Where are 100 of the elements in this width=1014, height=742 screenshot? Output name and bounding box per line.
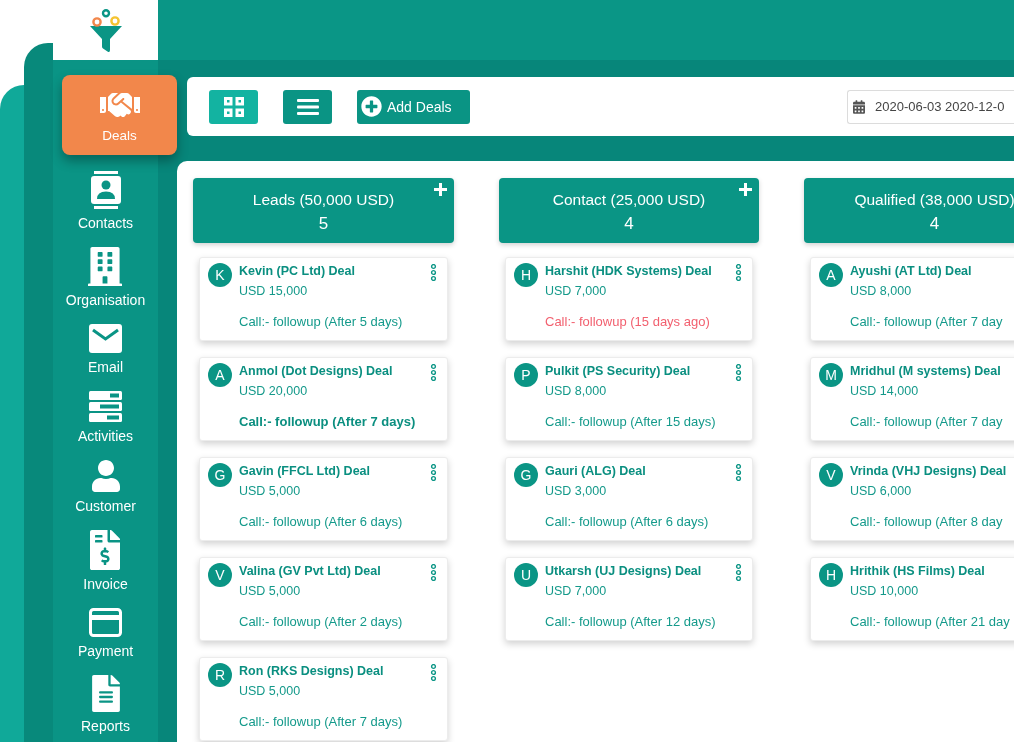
deal-amount: USD 10,000 <box>850 583 919 600</box>
stacked-bars-icon <box>89 391 122 422</box>
sidebar-item[interactable]: Invoice <box>83 530 128 592</box>
followup-text: Call:- followup (After 7 day <box>850 313 1003 331</box>
deal-card[interactable]: V Vrinda (VHJ Designs) Deal USD 6,000 Call:- followup (After 8 day <box>810 457 1014 541</box>
building-icon <box>88 247 123 286</box>
initial-avatar: V <box>819 463 843 487</box>
followup-text: Call:- followup (After 15 days) <box>545 413 716 431</box>
sidebar-item[interactable]: Deals <box>62 75 177 155</box>
initial-avatar: A <box>208 363 232 387</box>
followup-text: Call:- followup (15 days ago) <box>545 313 710 331</box>
deal-amount: USD 8,000 <box>545 383 607 400</box>
funnel-logo-icon <box>88 9 123 53</box>
deal-count: 4 <box>929 213 940 235</box>
sidebar-item[interactable]: Payment <box>77 608 134 659</box>
deal-card[interactable]: G Gauri (ALG) Deal USD 3,000 Call:- followup (After 6 days) <box>505 457 753 541</box>
sidebar-item[interactable]: Contacts <box>77 171 134 231</box>
followup-text: Call:- followup (After 5 days) <box>239 313 403 331</box>
followup-text: Call:- followup (After 6 days) <box>545 513 709 531</box>
deal-card[interactable]: K Kevin (PC Ltd) Deal USD 15,000 Call:- followup (After 5 days) <box>199 257 448 341</box>
deal-title: Mridhul (M systems) Deal <box>850 363 1001 380</box>
initial-avatar: V <box>208 563 232 587</box>
deal-title: Hrithik (HS Films) Deal <box>850 563 985 580</box>
deal-amount: USD 5,000 <box>239 583 301 600</box>
deal-amount: USD 20,000 <box>239 383 308 400</box>
dots-menu-icon[interactable] <box>735 564 742 581</box>
initial-avatar: K <box>208 263 232 287</box>
sidebar-item[interactable]: Email <box>88 324 123 375</box>
deal-title: Valina (GV Pvt Ltd) Deal <box>239 563 381 580</box>
grid-icon <box>223 96 244 117</box>
initial-avatar: M <box>819 363 843 387</box>
deal-card[interactable]: M Mridhul (M systems) Deal USD 14,000 Call:- followup (After 7 day <box>810 357 1014 441</box>
initial-avatar: P <box>514 363 538 387</box>
deal-card[interactable]: R Ron (RKS Designs) Deal USD 5,000 Call:- followup (After 7 days) <box>199 657 448 741</box>
deal-title: Utkarsh (UJ Designs) Deal <box>545 563 702 580</box>
deal-title: Gauri (ALG) Deal <box>545 463 646 480</box>
followup-text: Call:- followup (After 7 day <box>850 413 1003 431</box>
deal-amount: USD 14,000 <box>850 383 919 400</box>
dots-menu-icon[interactable] <box>735 464 742 481</box>
dots-menu-icon[interactable] <box>735 364 742 381</box>
deal-card[interactable]: H Hrithik (HS Films) Deal USD 10,000 Call:- followup (After 21 day <box>810 557 1014 641</box>
followup-text: Call:- followup (After 12 days) <box>545 613 716 631</box>
deal-amount: USD 15,000 <box>239 283 308 300</box>
deal-title: Vrinda (VHJ Designs) Deal <box>850 463 1007 480</box>
deal-amount: USD 3,000 <box>545 483 607 500</box>
initial-avatar: G <box>208 463 232 487</box>
deal-count: 4 <box>624 213 634 235</box>
followup-text: Call:- followup (After 7 days) <box>239 413 416 431</box>
deal-amount: USD 6,000 <box>850 483 912 500</box>
sidebar-item[interactable]: Organisation <box>65 247 146 308</box>
initial-avatar: U <box>514 563 538 587</box>
deal-amount: USD 8,000 <box>850 283 912 300</box>
date-range-field[interactable]: 2020-06-03 2020-12-0 <box>847 89 1014 124</box>
followup-text: Call:- followup (After 6 days) <box>239 513 403 531</box>
document-icon <box>91 675 120 712</box>
plus-icon[interactable] <box>434 183 447 196</box>
deal-amount: USD 5,000 <box>239 483 301 500</box>
deal-card[interactable]: U Utkarsh (UJ Designs) Deal USD 7,000 Call:- followup (After 12 days) <box>505 557 753 641</box>
deal-card[interactable]: A Ayushi (AT Ltd) Deal USD 8,000 Call:- followup (After 7 day <box>810 257 1014 341</box>
dots-menu-icon[interactable] <box>735 264 742 281</box>
contact-card-icon <box>89 171 122 209</box>
dollar-document-icon <box>90 530 121 570</box>
deal-amount: USD 7,000 <box>545 583 607 600</box>
envelope-icon <box>89 324 122 353</box>
dots-menu-icon[interactable] <box>430 564 437 581</box>
deal-amount: USD 5,000 <box>239 683 301 700</box>
deal-amount: USD 7,000 <box>545 283 607 300</box>
deal-card[interactable]: A Anmol (Dot Designs) Deal USD 20,000 Call:- followup (After 7 days) <box>199 357 448 441</box>
deal-card[interactable]: H Harshit (HDK Systems) Deal USD 7,000 Call:- followup (15 days ago) <box>505 257 753 341</box>
dots-menu-icon[interactable] <box>430 464 437 481</box>
followup-text: Call:- followup (After 8 day <box>850 513 1003 531</box>
deal-card[interactable]: V Valina (GV Pvt Ltd) Deal USD 5,000 Call:- followup (After 2 days) <box>199 557 448 641</box>
initial-avatar: H <box>819 563 843 587</box>
menu-icon <box>296 98 319 115</box>
deal-title: Harshit (HDK Systems) Deal <box>545 263 712 280</box>
deal-card[interactable]: G Gavin (FFCL Ltd) Deal USD 5,000 Call:- followup (After 6 days) <box>199 457 448 541</box>
column-title: Qualified (38,000 USD) <box>854 190 1014 210</box>
deal-title: Kevin (PC Ltd) Deal <box>239 263 355 280</box>
deal-title: Pulkit (PS Security) Deal <box>545 363 691 380</box>
column-title: Leads (50,000 USD) <box>252 190 395 210</box>
sidebar-item[interactable]: Activities <box>77 391 134 444</box>
plus-icon[interactable] <box>739 183 752 196</box>
person-icon <box>91 460 120 492</box>
deal-title: Ayushi (AT Ltd) Deal <box>850 263 972 280</box>
column-title: Contact (25,000 USD) <box>552 190 706 210</box>
deal-title: Ron (RKS Designs) Deal <box>239 663 384 680</box>
deal-card[interactable]: P Pulkit (PS Security) Deal USD 8,000 Call:- followup (After 15 days) <box>505 357 753 441</box>
dots-menu-icon[interactable] <box>430 664 437 681</box>
grid-view-button[interactable] <box>209 89 258 124</box>
initial-avatar: G <box>514 463 538 487</box>
followup-text: Call:- followup (After 21 day <box>850 613 1010 631</box>
followup-text: Call:- followup (After 2 days) <box>239 613 403 631</box>
sidebar-item[interactable]: Reports <box>81 675 130 734</box>
dots-menu-icon[interactable] <box>430 264 437 281</box>
list-view-button[interactable] <box>283 89 332 124</box>
add-deals-button[interactable]: Add Deals <box>357 89 470 124</box>
dots-menu-icon[interactable] <box>430 364 437 381</box>
sidebar-item[interactable]: Customer <box>75 460 136 514</box>
calendar-icon <box>853 99 865 114</box>
deal-count: 5 <box>318 213 329 235</box>
